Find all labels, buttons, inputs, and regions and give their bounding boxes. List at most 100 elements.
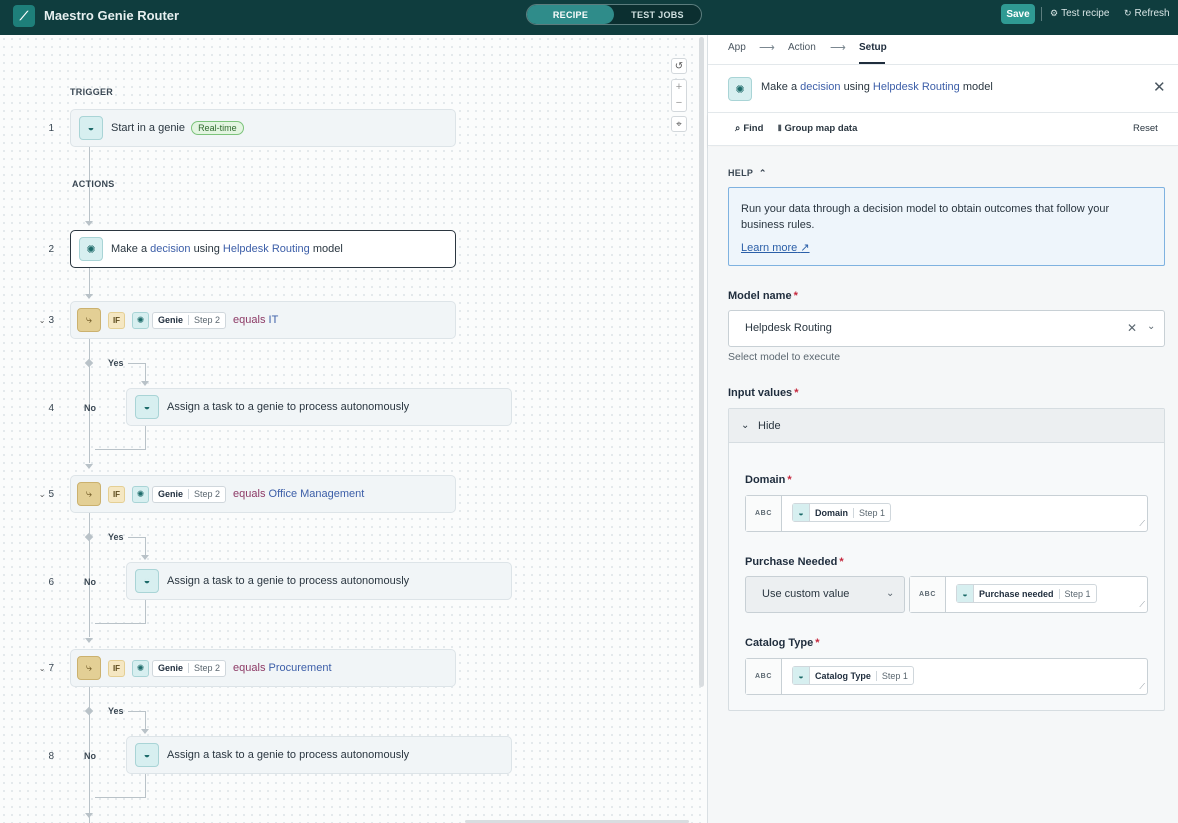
connector: [89, 513, 90, 637]
step-5-if-card[interactable]: ⤷ IF ✺ Genie Step 2 equals Office Managem…: [70, 475, 456, 513]
hide-label: Hide: [758, 420, 781, 432]
model-link[interactable]: Helpdesk Routing: [873, 81, 960, 93]
refresh-button[interactable]: ↻ Refresh: [1124, 8, 1170, 19]
group-icon: ⦀: [778, 123, 782, 133]
condition-text: equals IT: [233, 314, 278, 326]
datapill-name: Domain: [815, 507, 849, 518]
catalog-datapill[interactable]: ◒ Catalog Type Step 1: [792, 666, 914, 685]
resize-handle-icon[interactable]: ⟋: [1139, 600, 1145, 610]
required-marker: *: [815, 637, 820, 649]
step-number[interactable]: ⌄ 5: [34, 489, 54, 500]
reset-view-icon[interactable]: ↺: [671, 58, 687, 74]
step-8-assign-card[interactable]: ◒ Assign a task to a genie to process au…: [126, 736, 512, 774]
genie-icon: ◒: [793, 504, 810, 521]
branch-node: [84, 532, 94, 542]
panel-title: Make a decision using Helpdesk Routing m…: [761, 81, 993, 93]
datapill-name: Genie: [158, 489, 184, 499]
save-button[interactable]: Save: [1001, 4, 1035, 24]
tab-recipe[interactable]: RECIPE: [527, 5, 614, 24]
purchase-mode-select[interactable]: Use custom value ⌄: [745, 576, 905, 613]
purchase-needed-label: Purchase Needed *: [745, 556, 844, 568]
model-name-value: Helpdesk Routing: [745, 322, 832, 334]
decision-link[interactable]: decision: [800, 81, 840, 93]
step-4-assign-card[interactable]: ◒ Assign a task to a genie to process au…: [126, 388, 512, 426]
connector: [128, 537, 146, 538]
connector: [95, 449, 146, 450]
hide-toggle[interactable]: ⌄ Hide: [729, 409, 1164, 443]
group-map-data-button[interactable]: ⦀ Group map data: [778, 123, 857, 134]
datapill-name: Genie: [158, 315, 184, 325]
panel-body: HELP ⌃ Run your data through a decision …: [708, 147, 1178, 823]
text-fragment: using: [843, 81, 870, 93]
find-button[interactable]: ⌕ Find: [735, 123, 763, 134]
step-4-text: Assign a task to a genie to process auto…: [167, 401, 410, 413]
step-3-if-card[interactable]: ⤷ IF ✺ Genie Step 2 equals IT: [70, 301, 456, 339]
type-badge: ABC: [746, 659, 782, 694]
step-3-number: 3: [48, 315, 54, 326]
step-number[interactable]: ⌄ 7: [34, 663, 54, 674]
connector-arrow: [85, 221, 93, 226]
domain-field[interactable]: ABC ◒ Domain Step 1 ⟋: [745, 495, 1148, 532]
datapill-name: Genie: [158, 663, 184, 673]
datapill-step: Step 1: [875, 670, 913, 681]
learn-more-link[interactable]: Learn more ↗: [741, 240, 810, 256]
text-fragment: using: [193, 243, 220, 255]
genie-icon: ◒: [793, 667, 810, 684]
tab-test-jobs[interactable]: TEST JOBS: [614, 5, 701, 24]
step-7-number: 7: [48, 663, 54, 674]
catalog-type-label: Catalog Type *: [745, 637, 820, 649]
close-icon[interactable]: ✕: [1153, 78, 1166, 96]
yes-label: Yes: [108, 532, 124, 542]
test-recipe-button[interactable]: ⚙ Test recipe: [1050, 8, 1109, 19]
datapill-step: Step 2: [188, 663, 225, 673]
fit-view-icon[interactable]: ⌖: [671, 116, 687, 132]
text-fragment: Make a: [111, 243, 148, 255]
group-map-label: Group map data: [784, 123, 858, 134]
step-7-if-card[interactable]: ⤷ IF ✺ Genie Step 2 equals Procurement: [70, 649, 456, 687]
chevron-up-icon: ⌃: [758, 168, 767, 178]
crumb-app[interactable]: App: [728, 42, 746, 53]
crumb-action[interactable]: Action: [788, 42, 816, 53]
model-link[interactable]: Helpdesk Routing: [223, 243, 310, 255]
genie-icon: ◒: [135, 395, 159, 419]
app-logo-icon[interactable]: ⟋: [13, 5, 35, 27]
help-toggle[interactable]: HELP ⌃: [728, 168, 767, 179]
connector: [145, 425, 146, 449]
zoom-in-button[interactable]: +: [672, 80, 686, 96]
datapill[interactable]: Genie Step 2: [152, 311, 227, 329]
model-name-select[interactable]: Helpdesk Routing ✕ ⌄: [728, 310, 1165, 347]
step-2-decision-card[interactable]: ✺ Make a decision using Helpdesk Routing…: [70, 230, 456, 268]
chevron-down-icon[interactable]: ⌄: [1147, 321, 1155, 332]
genie-icon: ◒: [135, 743, 159, 767]
connector-arrow: [85, 638, 93, 643]
catalog-type-field[interactable]: ABC ◒ Catalog Type Step 1 ⟋: [745, 658, 1148, 695]
branch-icon: ⤷: [77, 308, 101, 332]
connector: [145, 537, 146, 556]
resize-handle-icon[interactable]: ⟋: [1139, 519, 1145, 529]
step-1-trigger-card[interactable]: ◒ Start in a genie Real-time: [70, 109, 456, 147]
datapill[interactable]: Genie Step 2: [152, 659, 227, 677]
branch-node: [84, 706, 94, 716]
purchase-needed-field[interactable]: ABC ◒ Purchase needed Step 1 ⟋: [909, 576, 1148, 613]
clear-icon[interactable]: ✕: [1127, 321, 1137, 335]
zoom-out-button[interactable]: −: [672, 96, 686, 112]
realtime-badge: Real-time: [191, 121, 244, 135]
step-number: 1: [48, 123, 54, 134]
step-number[interactable]: ⌄ 3: [34, 315, 54, 326]
crumb-setup[interactable]: Setup: [859, 42, 887, 53]
datapill[interactable]: Genie Step 2: [152, 485, 227, 503]
domain-datapill[interactable]: ◒ Domain Step 1: [792, 503, 892, 522]
yes-label: Yes: [108, 358, 124, 368]
label-text: Catalog Type: [745, 637, 814, 649]
chevron-down-icon: ⌄: [886, 588, 895, 599]
canvas-scrollbar[interactable]: [699, 37, 704, 687]
reset-button[interactable]: Reset: [1133, 123, 1158, 134]
recipe-canvas[interactable]: ↺ + − ⌖ TRIGGER ACTIONS 1 ◒ Start in a g…: [0, 35, 707, 823]
resize-handle-icon[interactable]: ⟋: [1139, 682, 1145, 692]
decision-model-icon: ✺: [132, 311, 149, 329]
step-1-label: Start in a genie: [111, 122, 185, 134]
connector: [95, 623, 146, 624]
purchase-datapill[interactable]: ◒ Purchase needed Step 1: [956, 584, 1097, 603]
decision-link[interactable]: decision: [150, 243, 190, 255]
step-6-assign-card[interactable]: ◒ Assign a task to a genie to process au…: [126, 562, 512, 600]
